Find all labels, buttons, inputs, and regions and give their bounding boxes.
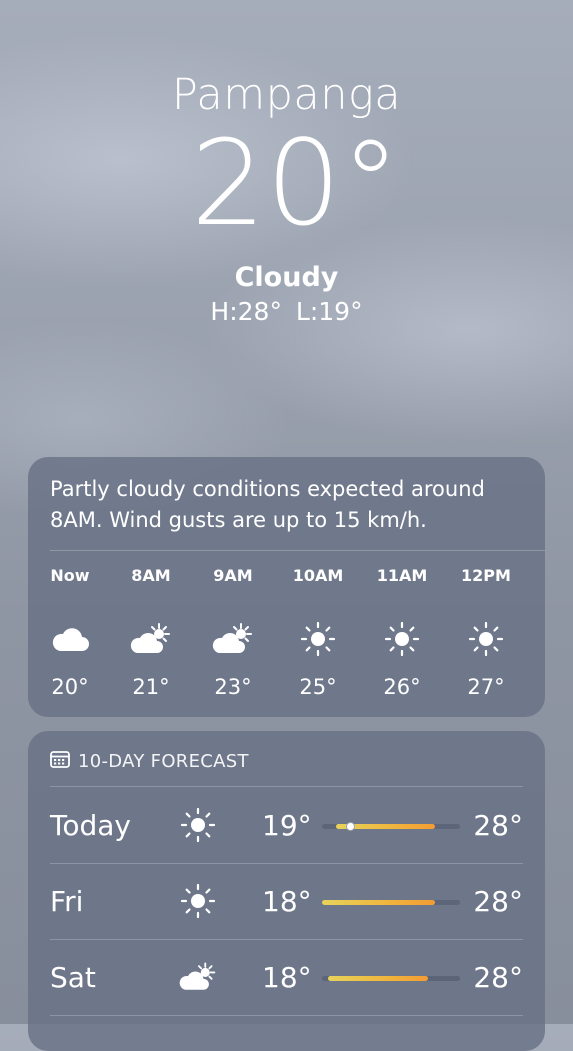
- hour-temp: 20°: [51, 675, 89, 699]
- current-temperature: 20°: [190, 114, 401, 252]
- forecast-day: Fri: [50, 885, 84, 918]
- sun-icon: [283, 621, 353, 657]
- partly-cloudy-icon: [198, 621, 268, 657]
- ten-day-forecast-card[interactable]: 10-DAY FORECAST Today 19° 28° Fri 18° 28…: [28, 731, 545, 1051]
- divider: [50, 550, 545, 551]
- sun-icon: [178, 805, 218, 845]
- sun-icon: [178, 881, 218, 921]
- hour-temp: 21°: [132, 675, 170, 699]
- temperature-range-bar: [322, 976, 460, 981]
- current-condition: Cloudy: [234, 262, 339, 293]
- hour-time: 10AM: [292, 566, 344, 585]
- temperature-range-bar: [322, 822, 460, 831]
- forecast-high: 28°: [473, 885, 523, 918]
- sun-icon: [451, 621, 521, 657]
- weather-summary: Partly cloudy conditions expected around…: [50, 474, 520, 536]
- temperature-range-fill: [322, 900, 436, 905]
- forecast-high: 28°: [473, 809, 523, 842]
- hour-item: 12PM 27°: [451, 565, 521, 699]
- temperature-range-fill: [327, 976, 429, 981]
- sun-icon: [367, 621, 437, 657]
- current-temperature-dot: [346, 822, 356, 831]
- forecast-header: 10-DAY FORECAST: [50, 750, 249, 773]
- partly-cloudy-icon: [178, 957, 218, 997]
- summary-text: Partly cloudy conditions expected around…: [50, 477, 485, 532]
- hour-temp: 26°: [383, 675, 421, 699]
- hour-temp: 27°: [467, 675, 505, 699]
- hour-item: 11AM 26°: [367, 565, 437, 699]
- forecast-row-fri[interactable]: Fri 18° 28°: [50, 863, 523, 939]
- calendar-icon: [50, 750, 70, 773]
- hour-time: 11AM: [376, 566, 428, 585]
- high-low-temperature: H:28° L:19°: [210, 297, 363, 326]
- forecast-day: Today: [50, 809, 131, 842]
- forecast-low: 18°: [262, 885, 312, 918]
- hour-time: 9AM: [213, 566, 253, 585]
- hour-time: Now: [50, 566, 90, 585]
- forecast-day: Sat: [50, 961, 96, 994]
- forecast-row-sat[interactable]: Sat 18° 28°: [50, 939, 523, 1015]
- cloud-icon: [35, 621, 105, 657]
- hour-temp: 25°: [299, 675, 337, 699]
- hourly-list[interactable]: Now 20° 8AM 21° 9AM 23° 10AM 25° 11AM 26…: [28, 565, 545, 705]
- forecast-low: 18°: [262, 961, 312, 994]
- hour-time: 8AM: [131, 566, 171, 585]
- hour-item: Now 20°: [35, 565, 105, 699]
- hour-item: 10AM 25°: [283, 565, 353, 699]
- temperature-range-bar: [322, 900, 460, 905]
- hour-item: 9AM 23°: [198, 565, 268, 699]
- forecast-high: 28°: [473, 961, 523, 994]
- forecast-low: 19°: [262, 809, 312, 842]
- city-name: Pampanga: [171, 70, 402, 120]
- partly-cloudy-icon: [116, 621, 186, 657]
- hour-temp: 23°: [214, 675, 252, 699]
- forecast-title: 10-DAY FORECAST: [78, 751, 249, 772]
- hour-item: 8AM 21°: [116, 565, 186, 699]
- hourly-forecast-card[interactable]: Partly cloudy conditions expected around…: [28, 457, 545, 717]
- forecast-row-today[interactable]: Today 19° 28°: [50, 787, 523, 863]
- divider: [50, 1015, 523, 1016]
- hour-time: 12PM: [461, 566, 511, 585]
